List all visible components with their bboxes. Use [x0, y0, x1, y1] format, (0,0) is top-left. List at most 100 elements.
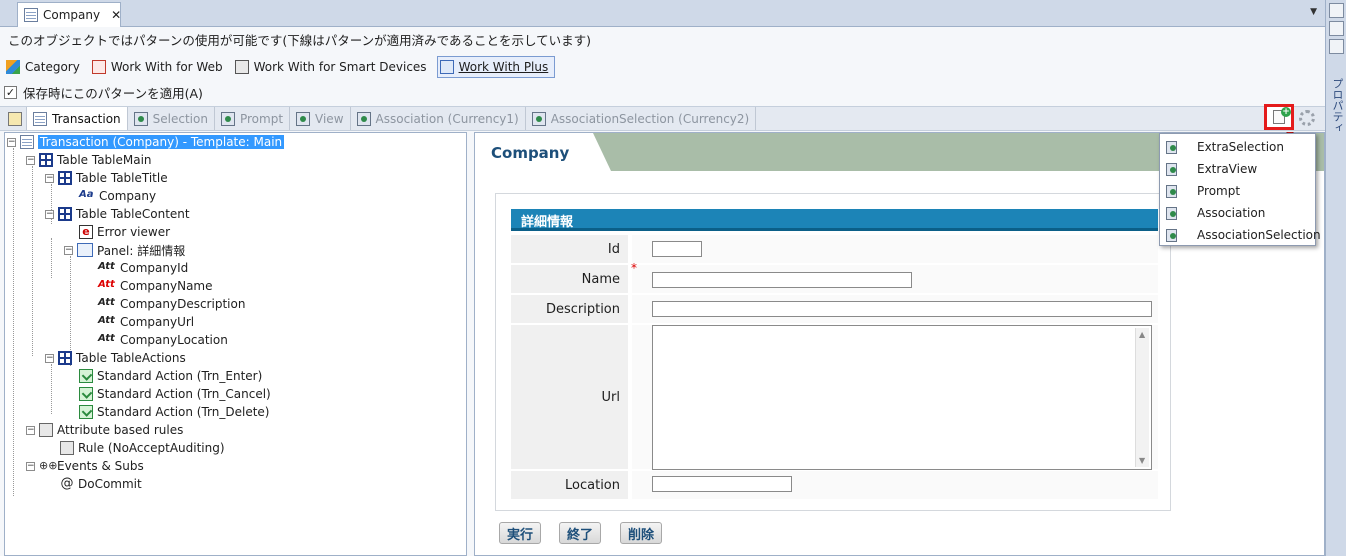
collapse-icon[interactable]: − [64, 245, 73, 255]
menu-item-label: ExtraView [1197, 162, 1258, 176]
tree-node-table-actions[interactable]: − Table TableActions [45, 349, 186, 367]
tree-node-company-description[interactable]: Att CompanyDescription [98, 295, 245, 313]
apply-on-save-row: ✓ 保存時にこのパターンを適用(A) [4, 83, 203, 102]
scroll-up-icon[interactable]: ▲ [1139, 330, 1145, 339]
tab-label: Association (Currency1) [375, 111, 519, 126]
tree-node-company-url[interactable]: Att CompanyUrl [98, 313, 194, 331]
textarea-scrollbar[interactable]: ▲ ▼ [1135, 328, 1149, 467]
tab-label: Selection [152, 111, 208, 126]
category-icon [6, 60, 20, 74]
tree-node-panel[interactable]: − Panel: 詳細情報 [64, 241, 185, 259]
tab-view[interactable]: View [290, 107, 351, 130]
tree-node-error-viewer[interactable]: e Error viewer [79, 223, 170, 241]
gear-icon[interactable] [1299, 110, 1315, 126]
tree-node-label: Table TableContent [76, 207, 190, 221]
tree-node-events[interactable]: − ⊕⊕ Events & Subs [26, 457, 144, 475]
tab-selection[interactable]: Selection [128, 107, 215, 130]
preview-title: Company [491, 144, 570, 162]
document-tab-bar: Company ✕ ▼ [0, 0, 1325, 27]
properties-button[interactable] [4, 107, 27, 130]
tab-transaction[interactable]: Transaction [27, 107, 128, 130]
document-tab-company[interactable]: Company ✕ [17, 2, 121, 27]
table-icon [58, 351, 72, 365]
pattern-tab-category[interactable]: Category [4, 56, 86, 78]
tree-node-table-content[interactable]: − Table TableContent [45, 205, 190, 223]
tree-node-rules[interactable]: − Attribute based rules [26, 421, 183, 439]
pattern-tab-work-with-smart-devices[interactable]: Work With for Smart Devices [233, 56, 433, 78]
tree-node-root[interactable]: − Transaction (Company) - Template: Main [7, 133, 285, 151]
tab-association-selection[interactable]: AssociationSelection (Currency2) [526, 107, 757, 130]
tree-node-action-delete[interactable]: Standard Action (Trn_Delete) [79, 403, 270, 421]
tree-node-company-name[interactable]: Att CompanyName [98, 277, 213, 295]
menu-item-extra-view[interactable]: ExtraView [1160, 158, 1315, 180]
properties-panel-tab[interactable]: プロパティ [1328, 78, 1345, 133]
table-icon [58, 207, 72, 221]
description-input[interactable] [652, 301, 1152, 317]
close-button[interactable]: 終了 [559, 522, 602, 544]
action-icon [79, 387, 93, 401]
tree-node-company-location[interactable]: Att CompanyLocation [98, 331, 228, 349]
id-input[interactable] [652, 241, 702, 257]
work-with-plus-icon [439, 60, 454, 74]
tree-node-action-enter[interactable]: Standard Action (Trn_Enter) [79, 367, 262, 385]
collapse-icon[interactable]: − [45, 173, 54, 183]
collapse-icon[interactable]: − [45, 209, 54, 219]
close-icon[interactable]: ✕ [111, 8, 121, 22]
object-icon [1166, 206, 1177, 220]
tree-node-rule-item[interactable]: Rule (NoAcceptAuditing) [60, 439, 225, 457]
menu-item-label: ExtraSelection [1197, 140, 1284, 154]
tree-node-table-title[interactable]: − Table TableTitle [45, 169, 168, 187]
collapse-icon[interactable]: − [26, 425, 35, 435]
tree-node-table-main[interactable]: − Table TableMain [26, 151, 152, 169]
tree-node-label: DoCommit [78, 477, 142, 491]
properties-icon[interactable] [1329, 39, 1344, 54]
tree-node-action-cancel[interactable]: Standard Action (Trn_Cancel) [79, 385, 271, 403]
tab-prompt[interactable]: Prompt [215, 107, 291, 130]
object-icon [1166, 162, 1177, 176]
preview-title-tab: Company [475, 133, 611, 171]
menu-item-extra-selection[interactable]: ExtraSelection [1160, 136, 1315, 158]
menu-item-association-selection[interactable]: AssociationSelection [1160, 224, 1321, 246]
enter-button[interactable]: 実行 [499, 522, 542, 544]
object-icon [1166, 228, 1177, 242]
collapse-icon[interactable]: − [45, 353, 54, 363]
events-icon: ⊕⊕ [39, 459, 58, 472]
pattern-notice: このオブジェクトではパターンの使用が可能です(下線はパターンが適用済みであること… [8, 33, 592, 48]
instance-tree[interactable]: − Transaction (Company) - Template: Main… [4, 132, 467, 556]
object-icon [531, 111, 546, 126]
tab-association[interactable]: Association (Currency1) [351, 107, 526, 130]
object-icon [133, 111, 148, 126]
collapse-icon[interactable]: − [26, 155, 35, 165]
menu-item-prompt[interactable]: Prompt [1160, 180, 1315, 202]
pattern-tab-work-with-plus[interactable]: Work With Plus [436, 56, 556, 78]
search-icon[interactable] [1329, 3, 1344, 18]
pattern-tab-work-with-web[interactable]: Work With for Web [90, 56, 229, 78]
tree-node-label: Table TableTitle [76, 171, 168, 185]
delete-button[interactable]: 削除 [620, 522, 663, 544]
tab-list-dropdown-icon[interactable]: ▼ [1310, 7, 1317, 17]
add-instance-menu: ExtraSelection ExtraView Prompt Associat… [1159, 133, 1321, 246]
menu-item-association[interactable]: Association [1160, 202, 1315, 224]
scroll-down-icon[interactable]: ▼ [1139, 456, 1145, 465]
toolbox-icon[interactable] [1329, 21, 1344, 36]
add-instance-button[interactable]: + [1264, 104, 1294, 130]
tree-node-label: CompanyDescription [120, 297, 246, 311]
attribute-icon: Att [98, 315, 115, 326]
transaction-icon [33, 111, 47, 126]
location-input[interactable] [652, 476, 792, 492]
name-input[interactable] [652, 272, 912, 288]
attribute-icon: Att [98, 261, 115, 272]
collapse-icon[interactable]: − [7, 137, 16, 147]
url-textarea[interactable]: ▲ ▼ [652, 325, 1152, 470]
error-viewer-icon: e [79, 225, 93, 239]
apply-on-save-checkbox[interactable]: ✓ [4, 86, 17, 99]
tree-node-label: Events & Subs [57, 459, 144, 473]
collapse-icon[interactable]: − [26, 461, 35, 471]
tree-node-company-id[interactable]: Att CompanyId [98, 259, 188, 277]
pattern-tab-label: Work With for Web [110, 60, 223, 74]
tree-node-label: Table TableMain [57, 153, 152, 167]
tree-node-docommit[interactable]: @ DoCommit [60, 475, 142, 493]
properties-icon [8, 111, 22, 126]
tree-node-company-text[interactable]: Aa Company [79, 187, 156, 205]
tree-node-label: Standard Action (Trn_Delete) [97, 405, 270, 419]
